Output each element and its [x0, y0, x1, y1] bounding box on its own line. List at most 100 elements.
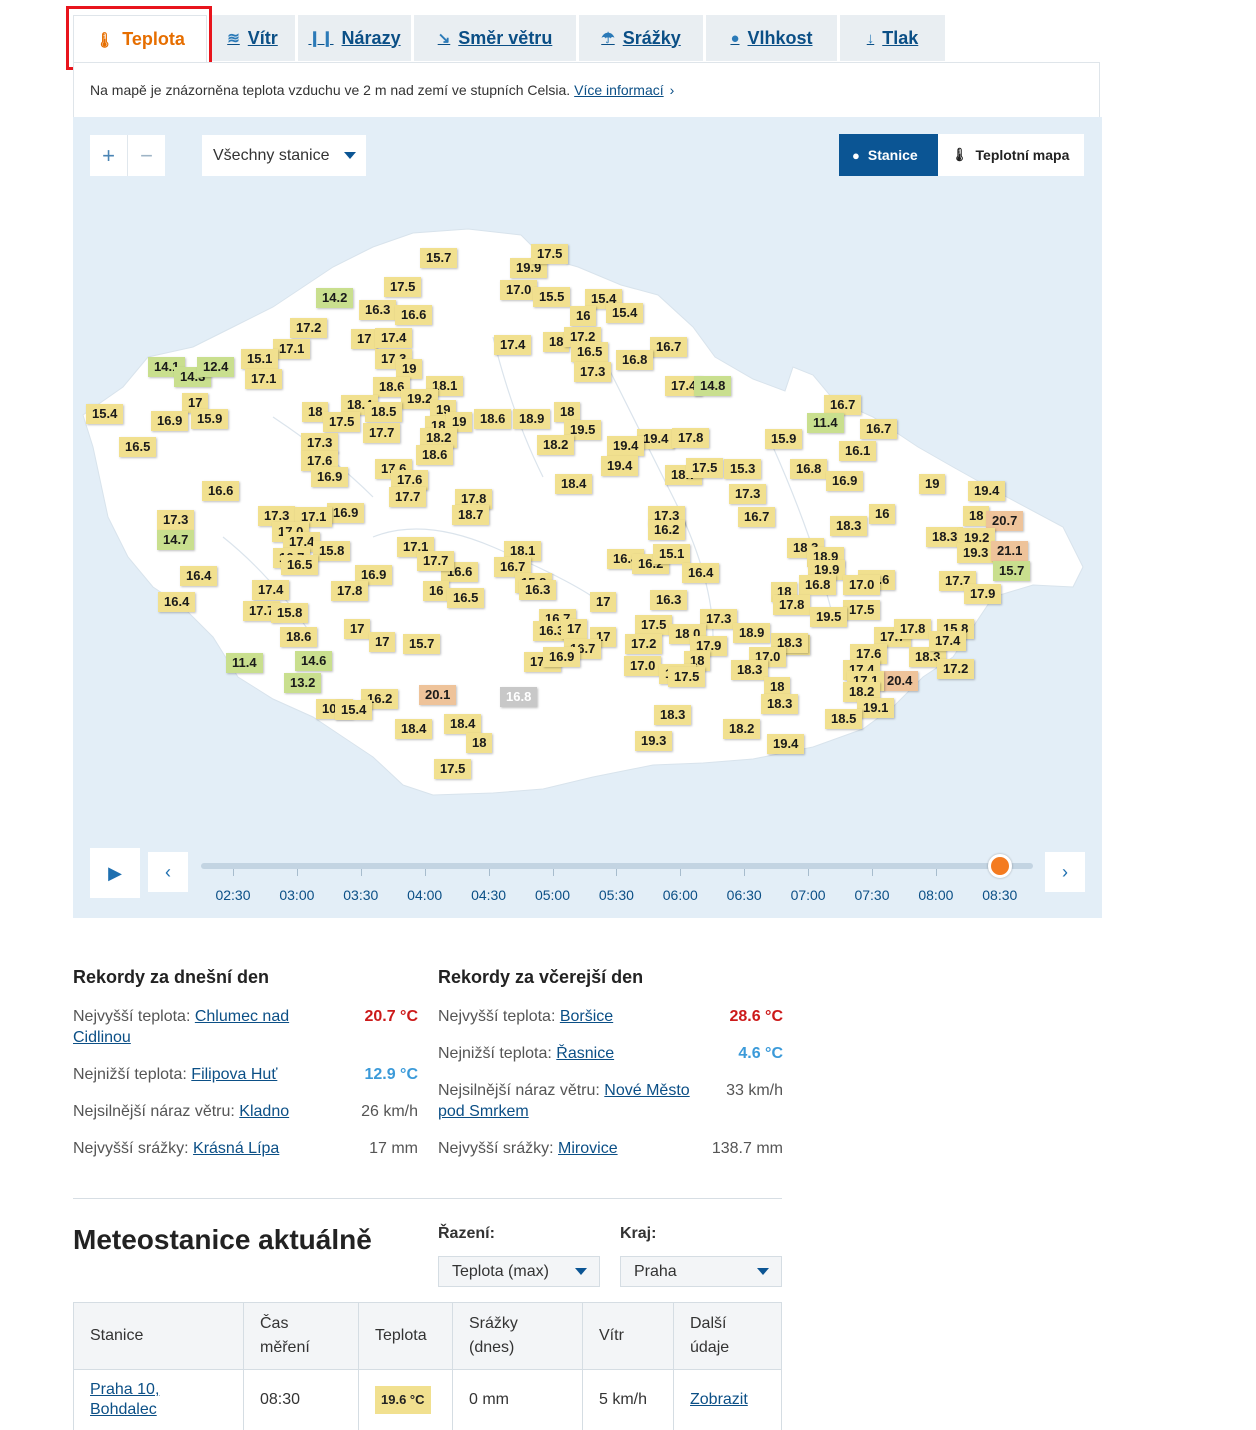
station-temp-label[interactable]: 19.4 [767, 734, 804, 754]
station-temp-label[interactable]: 17.5 [635, 615, 672, 635]
station-temp-label[interactable]: 16.4 [158, 592, 195, 612]
timeline-time-label[interactable]: 08:00 [911, 887, 961, 903]
station-temp-label[interactable]: 20.1 [419, 685, 456, 705]
station-temp-label[interactable]: 18.4 [555, 474, 592, 494]
station-temp-label[interactable]: 17.5 [384, 277, 421, 297]
station-temp-label[interactable]: 17.4 [929, 631, 966, 651]
station-filter-select[interactable]: Všechny stanice [202, 135, 366, 176]
station-temp-label[interactable]: 17.5 [686, 458, 723, 478]
station-temp-label[interactable]: 17.9 [964, 584, 1001, 604]
station-temp-label[interactable]: 15.7 [420, 248, 457, 268]
tab-vitr[interactable]: ≋Vítr [210, 15, 295, 61]
station-temp-label[interactable]: 17.3 [157, 510, 194, 530]
timeline-time-label[interactable]: 05:30 [591, 887, 641, 903]
station-temp-label[interactable]: 18.5 [365, 402, 402, 422]
station-temp-label[interactable]: 18.2 [723, 719, 760, 739]
play-button[interactable]: ▶ [90, 848, 140, 898]
next-time-button[interactable]: › [1045, 852, 1085, 892]
station-temp-label[interactable]: 18.7 [452, 505, 489, 525]
station-temp-label[interactable]: 18.3 [830, 516, 867, 536]
station-temp-label[interactable]: 20.4 [881, 671, 918, 691]
tab-srazky[interactable]: ☂Srážky [579, 15, 703, 61]
timeline-handle[interactable] [988, 854, 1012, 878]
station-temp-label[interactable]: 11.4 [226, 653, 263, 673]
station-temp-label[interactable]: 16.2 [648, 520, 685, 540]
station-temp-label[interactable]: 18.4 [395, 719, 432, 739]
station-temp-label[interactable]: 16.5 [119, 437, 156, 457]
station-temp-label[interactable]: 17.3 [574, 362, 611, 382]
station-link[interactable]: Praha 10, Bohdalec [90, 1381, 159, 1418]
station-temp-label[interactable]: 18.5 [825, 709, 862, 729]
station-temp-label[interactable]: 19.5 [810, 607, 847, 627]
timeline-time-label[interactable]: 02:30 [208, 887, 258, 903]
timeline-time-label[interactable]: 05:00 [528, 887, 578, 903]
station-temp-label[interactable]: 18.6 [474, 409, 511, 429]
more-info-link[interactable]: Více informací [574, 82, 663, 98]
station-temp-label[interactable]: 17.5 [668, 667, 705, 687]
station-temp-label[interactable]: 17.3 [301, 433, 338, 453]
station-temp-label[interactable]: 17.0 [624, 656, 661, 676]
station-temp-label[interactable]: 17 [344, 619, 370, 639]
station-temp-label[interactable]: 14.7 [157, 530, 194, 550]
station-temp-label[interactable]: 14.8 [694, 376, 731, 396]
station-temp-label[interactable]: 18.6 [416, 445, 453, 465]
station-temp-label[interactable]: 17.7 [389, 487, 426, 507]
station-temp-label[interactable]: 17.4 [494, 335, 531, 355]
station-temp-label[interactable]: 19.1 [857, 698, 894, 718]
station-temp-label[interactable]: 12.4 [197, 357, 234, 377]
station-temp-label[interactable]: 17.8 [672, 428, 709, 448]
station-temp-label[interactable]: 15.7 [403, 634, 440, 654]
station-temp-label[interactable]: 15.4 [86, 404, 123, 424]
station-temp-label[interactable]: 18.2 [537, 435, 574, 455]
station-temp-label[interactable]: 16.8 [616, 350, 653, 370]
station-temp-label[interactable]: 17.5 [323, 412, 360, 432]
station-temp-label[interactable]: 14.2 [316, 288, 353, 308]
timeline-time-label[interactable]: 03:30 [336, 887, 386, 903]
station-temp-label[interactable]: 16.5 [447, 588, 484, 608]
station-temp-label[interactable]: 16.9 [543, 647, 580, 667]
station-temp-label[interactable]: 17.0 [500, 280, 537, 300]
station-temp-label[interactable]: 18.6 [280, 627, 317, 647]
temperature-map[interactable]: + − Všechny stanice ●Stanice 🌡Teplotní m… [73, 117, 1102, 918]
tab-narazy[interactable]: ❙❙Nárazy [298, 15, 411, 61]
zoom-out-button[interactable]: − [127, 135, 165, 176]
timeline-time-label[interactable]: 08:30 [975, 887, 1025, 903]
station-temp-label[interactable]: 16 [570, 306, 596, 326]
station-temp-label[interactable]: 16.4 [180, 566, 217, 586]
station-temp-label[interactable]: 16 [869, 504, 895, 524]
station-temp-label[interactable]: 16.9 [826, 471, 863, 491]
station-temp-label[interactable]: 18.3 [761, 694, 798, 714]
station-temp-label[interactable]: 18.9 [733, 623, 770, 643]
station-temp-label[interactable]: 14.6 [295, 651, 332, 671]
station-temp-label[interactable]: 17 [590, 592, 616, 612]
record-station-link[interactable]: Řasnice [556, 1045, 614, 1062]
station-temp-label[interactable]: 17 [351, 329, 377, 349]
show-details-link[interactable]: Zobrazit [690, 1391, 748, 1408]
station-temp-label[interactable]: 16.7 [824, 395, 861, 415]
station-temp-label[interactable]: 19 [396, 359, 422, 379]
station-temp-label[interactable]: 18 [554, 402, 580, 422]
tab-vlhkost[interactable]: ●Vlhkost [706, 15, 837, 61]
timeline-time-label[interactable]: 07:00 [783, 887, 833, 903]
station-temp-label[interactable]: 15.1 [241, 349, 278, 369]
station-temp-label[interactable]: 17.4 [252, 580, 289, 600]
station-temp-label[interactable]: 15.8 [313, 541, 350, 561]
station-temp-label[interactable]: 17.3 [729, 484, 766, 504]
station-temp-label[interactable]: 15.4 [606, 303, 643, 323]
station-temp-label[interactable]: 17.7 [417, 551, 454, 571]
timeline-time-label[interactable]: 04:00 [400, 887, 450, 903]
station-temp-label[interactable]: 16.9 [327, 503, 364, 523]
station-temp-label[interactable]: 15.4 [335, 700, 372, 720]
station-temp-label[interactable]: 17.2 [625, 634, 662, 654]
timeline-time-label[interactable]: 06:30 [719, 887, 769, 903]
station-temp-label[interactable]: 16.7 [860, 419, 897, 439]
station-temp-label[interactable]: 21.1 [991, 541, 1028, 561]
station-temp-label[interactable]: 17 [369, 632, 395, 652]
station-temp-label[interactable]: 15.9 [765, 429, 802, 449]
station-temp-label[interactable]: 17.8 [773, 595, 810, 615]
station-temp-label[interactable]: 15.5 [533, 287, 570, 307]
sort-select[interactable]: Teplota (max) [438, 1256, 600, 1287]
station-temp-label[interactable]: 19.4 [968, 481, 1005, 501]
station-temp-label[interactable]: 15.8 [271, 603, 308, 623]
station-temp-label[interactable]: 16.9 [311, 467, 348, 487]
